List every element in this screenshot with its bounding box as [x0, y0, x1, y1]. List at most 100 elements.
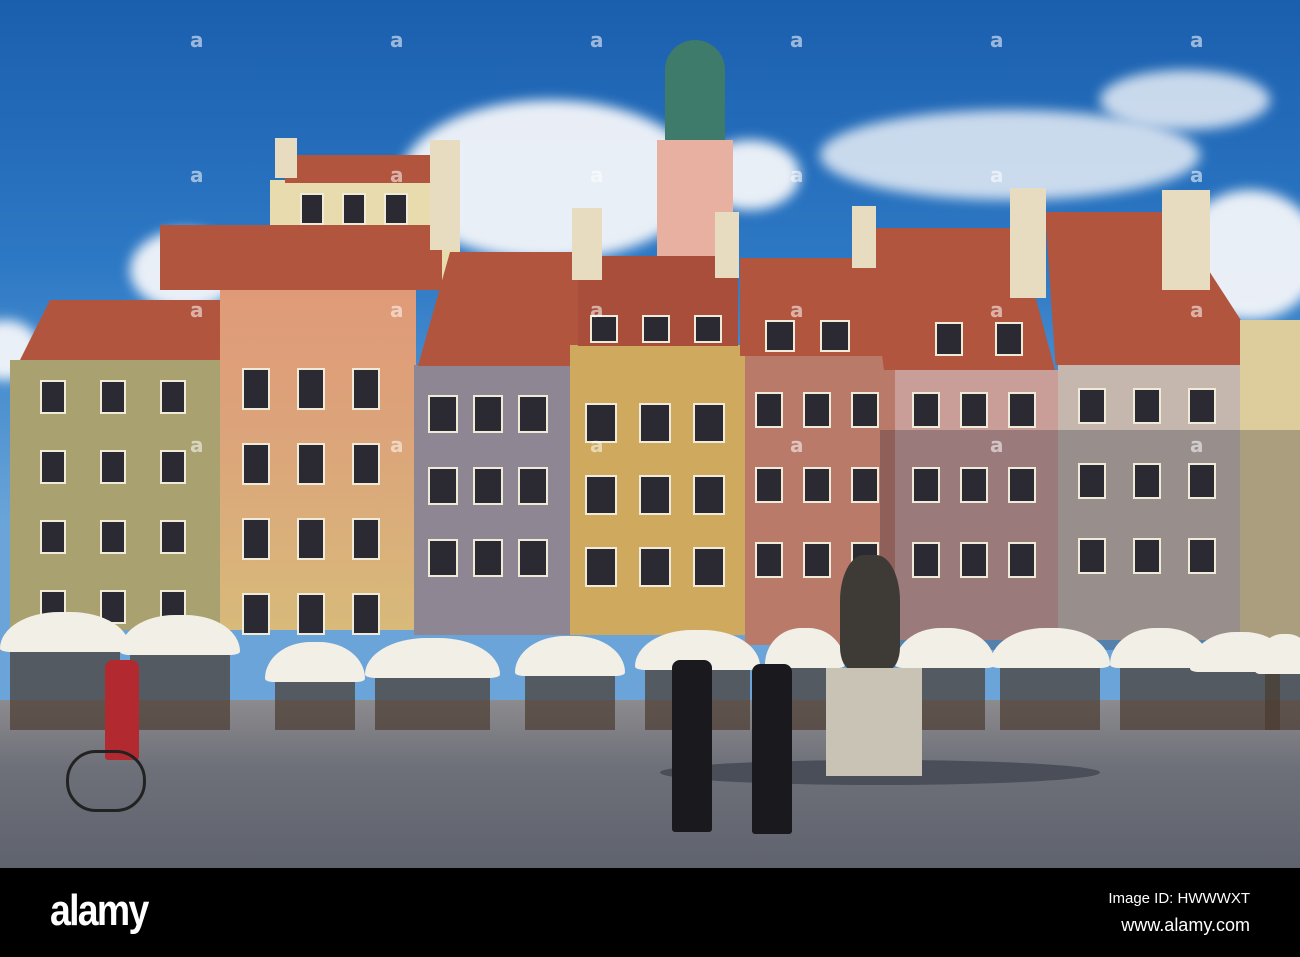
window	[518, 539, 548, 577]
window	[1133, 538, 1161, 574]
window	[352, 368, 380, 410]
window	[40, 450, 66, 484]
umbrella	[265, 642, 365, 682]
chimney	[430, 140, 460, 250]
window	[518, 467, 548, 505]
watermark-bar	[0, 868, 1300, 957]
window	[40, 380, 66, 414]
chimney	[852, 206, 876, 268]
cafe-table-area	[10, 652, 120, 730]
window	[384, 193, 408, 225]
window	[912, 542, 940, 578]
watermark-mark: a	[1190, 433, 1204, 457]
window	[694, 315, 722, 343]
window	[352, 593, 380, 635]
window	[1188, 388, 1216, 424]
roof	[285, 155, 445, 183]
watermark-mark: a	[1190, 163, 1204, 187]
alamy-logo: alamy	[50, 886, 149, 935]
watermark-mark: a	[790, 28, 804, 52]
watermark-mark: a	[990, 298, 1004, 322]
cafe-table-area	[130, 655, 230, 730]
window	[851, 467, 879, 503]
tower-top	[665, 40, 725, 140]
cyclist	[105, 660, 139, 760]
window	[428, 395, 458, 433]
window	[473, 395, 503, 433]
watermark-mark: a	[390, 163, 404, 187]
umbrella	[365, 638, 500, 678]
window	[40, 520, 66, 554]
window	[585, 547, 617, 587]
window	[765, 320, 795, 352]
watermark-mark: a	[390, 28, 404, 52]
window	[642, 315, 670, 343]
chimney	[1010, 188, 1046, 298]
window	[300, 193, 324, 225]
watermark-mark: a	[1190, 298, 1204, 322]
watermark-mark: a	[590, 433, 604, 457]
window	[473, 539, 503, 577]
mermaid-statue	[840, 555, 900, 670]
watermark-mark: a	[790, 298, 804, 322]
window	[100, 380, 126, 414]
window	[297, 593, 325, 635]
window	[352, 518, 380, 560]
watermark-mark: a	[790, 433, 804, 457]
window	[242, 593, 270, 635]
window	[297, 518, 325, 560]
window	[297, 443, 325, 485]
window	[1133, 463, 1161, 499]
window	[912, 467, 940, 503]
window	[960, 467, 988, 503]
watermark-mark: a	[190, 298, 204, 322]
watermark-mark: a	[390, 298, 404, 322]
window	[851, 392, 879, 428]
alamy-url[interactable]: www.alamy.com	[1121, 915, 1250, 936]
image-id: Image ID: HWWWXT	[1108, 890, 1250, 907]
watermark-mark: a	[1190, 28, 1204, 52]
window	[242, 518, 270, 560]
watermark-mark: a	[990, 28, 1004, 52]
window	[935, 322, 963, 356]
window	[755, 542, 783, 578]
window	[1008, 392, 1036, 428]
window	[639, 547, 671, 587]
window	[1008, 542, 1036, 578]
window	[803, 392, 831, 428]
watermark-mark: a	[390, 433, 404, 457]
window	[912, 392, 940, 428]
photo: a a a a a a a a a a a a a a a a a a a a a a a a	[0, 0, 1300, 868]
watermark-mark: a	[190, 433, 204, 457]
window	[160, 450, 186, 484]
window	[803, 542, 831, 578]
window	[1133, 388, 1161, 424]
roof	[740, 258, 890, 356]
window	[755, 392, 783, 428]
window	[242, 368, 270, 410]
window	[1008, 467, 1036, 503]
window	[639, 403, 671, 443]
cafe-table-area	[1120, 668, 1200, 730]
window	[342, 193, 366, 225]
window	[639, 475, 671, 515]
window	[473, 467, 503, 505]
window	[960, 392, 988, 428]
window	[100, 520, 126, 554]
chimney	[275, 138, 297, 178]
window	[428, 539, 458, 577]
window	[755, 467, 783, 503]
roof	[160, 225, 442, 290]
window	[1078, 463, 1106, 499]
window	[518, 395, 548, 433]
window	[352, 443, 380, 485]
cafe-table-area	[1000, 668, 1100, 730]
cafe-table-area	[1265, 674, 1300, 730]
person	[752, 664, 792, 834]
chimney	[715, 212, 739, 278]
window	[693, 403, 725, 443]
window	[160, 520, 186, 554]
statue-pedestal	[826, 668, 922, 776]
watermark-mark: a	[990, 163, 1004, 187]
window	[995, 322, 1023, 356]
